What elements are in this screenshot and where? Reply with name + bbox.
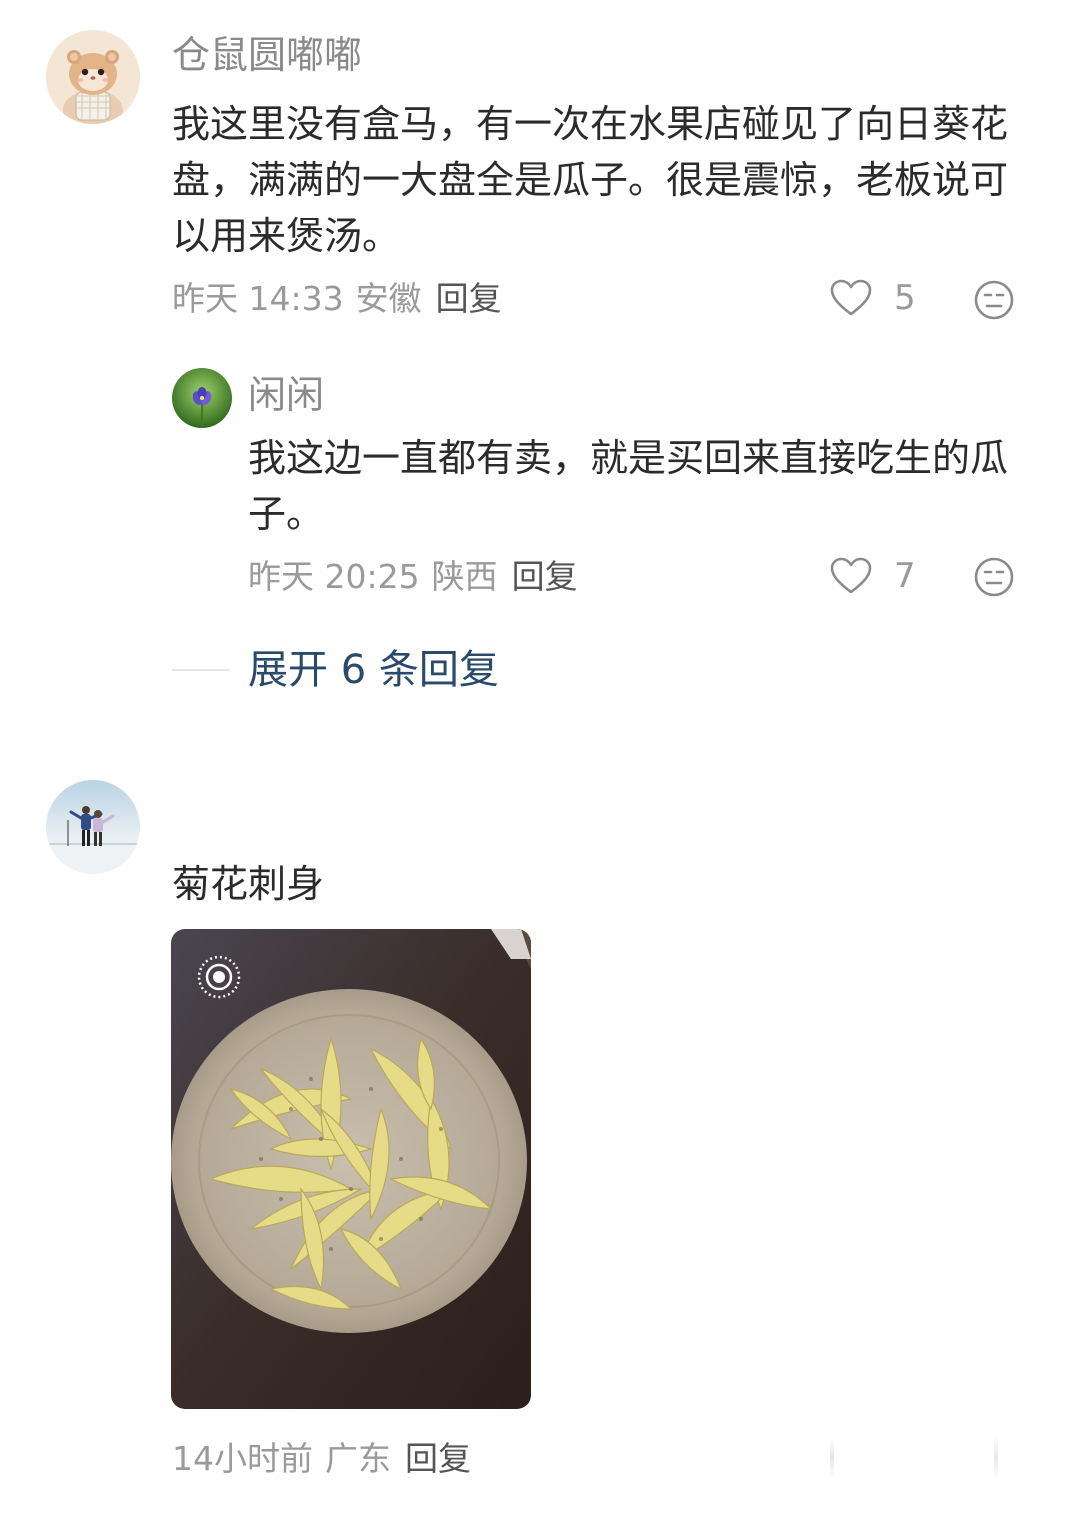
live-photo-icon <box>195 953 243 1001</box>
reply-text: 我这边一直都有卖，就是买回来直接吃生的瓜子。 <box>248 436 1009 536</box>
like-button-placeholder <box>830 1436 834 1480</box>
reply-like-count: 7 <box>894 556 916 596</box>
expand-divider <box>172 669 230 671</box>
hamster-avatar-icon <box>46 30 140 124</box>
like-count: 5 <box>894 278 916 318</box>
reply-dislike-button[interactable] <box>974 557 1014 597</box>
comment-location: 安徽 <box>355 279 422 318</box>
dislike-button-placeholder <box>994 1436 998 1480</box>
expand-replies-button[interactable]: 展开 6 条回复 <box>248 650 499 690</box>
reply-button[interactable]: 回复 <box>436 279 502 318</box>
reply-button[interactable]: 回复 <box>405 1439 471 1478</box>
reply-like-button[interactable]: 7 <box>830 557 916 595</box>
like-button[interactable]: 5 <box>830 279 916 317</box>
comment-location: 广东 <box>325 1439 391 1478</box>
reply-location: 陕西 <box>431 557 498 596</box>
reply-username[interactable]: 闲闲 <box>248 376 324 414</box>
unhappy-face-icon <box>974 280 1014 320</box>
comment-time: 14小时前 <box>172 1439 313 1478</box>
comment-image[interactable] <box>171 929 531 1409</box>
comment-text: 菊花刺身 <box>172 862 325 906</box>
unhappy-face-icon <box>974 557 1014 597</box>
reply-reply-button[interactable]: 回复 <box>512 557 578 596</box>
user-avatar[interactable] <box>46 30 140 124</box>
couple-snow-avatar-icon <box>46 780 140 874</box>
reply-meta: 昨天 20:25 陕西 回复 <box>248 560 578 593</box>
comment-meta: 14小时前 广东 回复 <box>172 1442 471 1475</box>
flower-avatar-icon <box>172 368 232 428</box>
comment-text: 我这里没有盒马，有一次在水果店碰见了向日葵花盘，满满的一大盘全是瓜子。很是震惊，… <box>172 102 1009 258</box>
heart-icon <box>830 557 872 594</box>
comment-time: 昨天 14:33 <box>172 279 344 318</box>
user-avatar[interactable] <box>46 780 140 874</box>
comment-username[interactable]: 仓鼠圆嘟嘟 <box>172 36 362 74</box>
dislike-button[interactable] <box>974 280 1014 320</box>
comment-meta: 昨天 14:33 安徽 回复 <box>172 282 502 315</box>
heart-icon <box>830 279 872 316</box>
reply-user-avatar[interactable] <box>172 368 232 428</box>
reply-time: 昨天 20:25 <box>248 557 420 596</box>
